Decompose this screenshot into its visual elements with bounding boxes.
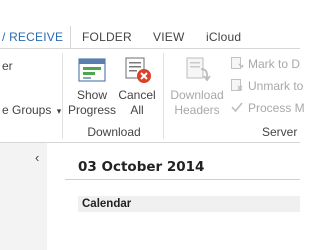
unmark-to-download-label: Unmark to xyxy=(248,79,304,93)
send-receive-groups-label: e Groups xyxy=(2,103,52,117)
heading-divider xyxy=(65,179,300,180)
partial-ribbon-label[interactable]: er xyxy=(2,59,13,73)
collapse-arrow-icon[interactable]: ‹ xyxy=(35,150,39,165)
folder-pane-collapsed xyxy=(0,143,47,250)
download-headers-button[interactable]: Download Headers xyxy=(167,53,227,125)
show-progress-button[interactable]: Show Progress xyxy=(68,53,116,125)
chevron-down-icon: ▾ xyxy=(56,106,62,116)
cancel-all-button[interactable]: Cancel All xyxy=(116,53,158,125)
date-heading: 03 October 2014 xyxy=(78,159,205,175)
download-group-label: Download xyxy=(87,125,141,139)
tab-folder[interactable]: FOLDER xyxy=(82,26,132,48)
download-headers-icon xyxy=(186,57,211,82)
mark-to-download-button[interactable]: Mark to D xyxy=(230,56,300,74)
cancel-all-icon xyxy=(125,57,151,83)
cancel-all-label-line2: All xyxy=(130,103,144,117)
group-separator xyxy=(62,53,63,139)
tab-view[interactable]: VIEW xyxy=(153,26,184,48)
unmark-to-download-button[interactable]: Unmark to xyxy=(230,78,303,96)
mark-download-icon xyxy=(231,57,244,69)
show-progress-label-line2: Progress xyxy=(68,103,117,117)
ribbon-tab-bar: / RECEIVE FOLDER VIEW iCloud xyxy=(0,0,300,50)
process-marked-label: Process M xyxy=(248,101,305,115)
progress-window-icon xyxy=(78,58,106,82)
group-separator xyxy=(163,53,164,139)
calendar-label: Calendar xyxy=(82,198,132,210)
server-group-label: Server xyxy=(262,125,298,139)
show-progress-label-line1: Show xyxy=(76,88,108,102)
unmark-download-icon xyxy=(231,79,243,91)
download-headers-label-line1: Download xyxy=(170,88,224,102)
process-marked-headers-button[interactable]: Process M xyxy=(230,100,305,118)
ribbon-panel: er e Groups ▾ Show Progress Cancel All D… xyxy=(0,48,305,143)
tab-send-receive[interactable]: / RECEIVE xyxy=(0,26,71,48)
tab-icloud[interactable]: iCloud xyxy=(206,26,241,48)
process-check-icon xyxy=(231,102,243,113)
download-headers-label-line2: Headers xyxy=(174,103,220,117)
cancel-all-label-line1: Cancel xyxy=(118,88,156,102)
mark-to-download-label: Mark to D xyxy=(248,57,301,71)
send-receive-groups-button[interactable]: e Groups ▾ xyxy=(2,103,61,117)
